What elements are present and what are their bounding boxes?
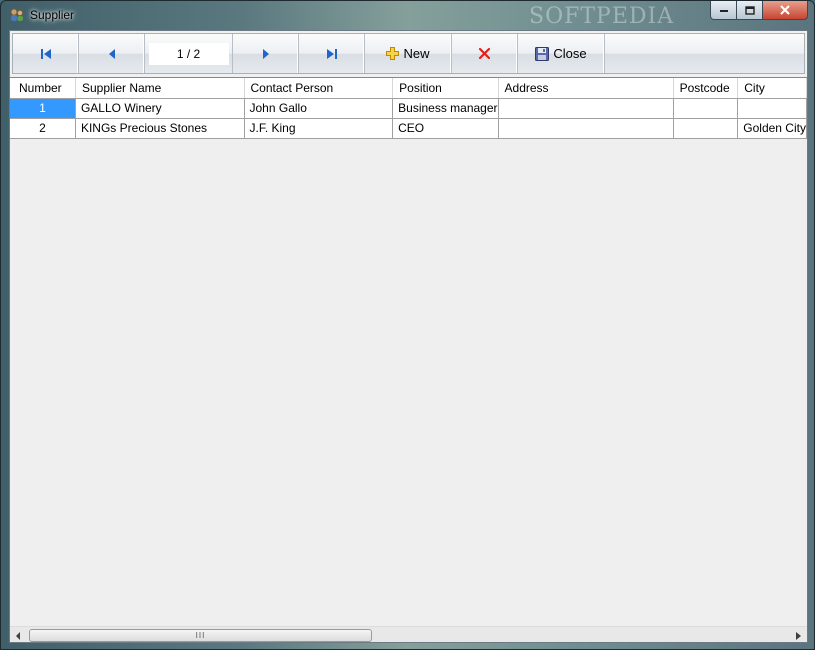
- table-cell[interactable]: GALLO Winery: [75, 98, 245, 119]
- new-button[interactable]: New: [365, 34, 452, 73]
- supplier-window: Supplier SOFTPEDIA 1 / 2 New Close Numbe…: [0, 0, 815, 650]
- previous-icon: [108, 48, 115, 59]
- table-row[interactable]: 1 GALLO Winery John Gallo Business manag…: [10, 98, 807, 119]
- table-cell[interactable]: 1: [10, 98, 76, 119]
- table-row[interactable]: 2 KINGs Precious Stones J.F. King CEO Go…: [10, 118, 807, 139]
- scroll-right-arrow-icon: [796, 631, 801, 640]
- last-record-icon: [326, 48, 337, 59]
- delete-button[interactable]: [452, 34, 518, 73]
- first-record-button[interactable]: [13, 34, 79, 73]
- table-cell[interactable]: [673, 118, 739, 139]
- close-window-button[interactable]: [763, 1, 808, 20]
- table-cell[interactable]: Golden City: [737, 118, 807, 139]
- scrollbar-grip: III: [195, 631, 206, 640]
- watermark-text: SOFTPEDIA: [529, 4, 675, 29]
- table-cell[interactable]: Business manager: [392, 98, 499, 119]
- table-cell[interactable]: [673, 98, 739, 119]
- table-cell[interactable]: [498, 118, 674, 139]
- column-header[interactable]: Contact Person: [244, 78, 394, 99]
- close-button[interactable]: Close: [518, 34, 605, 73]
- table-cell[interactable]: John Gallo: [244, 98, 394, 119]
- header-row: Number Supplier Name Contact Person Posi…: [10, 78, 807, 99]
- plus-icon: [386, 47, 400, 60]
- client-area: New Close: [9, 30, 808, 643]
- title-bar[interactable]: Supplier SOFTPEDIA: [1, 1, 814, 29]
- table-cell[interactable]: [498, 98, 674, 119]
- close-button-label: Close: [553, 46, 587, 61]
- table-cell[interactable]: KINGs Precious Stones: [75, 118, 245, 139]
- column-header[interactable]: Supplier Name: [75, 78, 245, 99]
- close-icon: [780, 5, 790, 15]
- maximize-button[interactable]: [737, 1, 763, 20]
- next-record-button[interactable]: [233, 34, 299, 73]
- column-header[interactable]: Address: [498, 78, 674, 99]
- horizontal-scrollbar[interactable]: III: [10, 626, 807, 642]
- table-cell[interactable]: CEO: [392, 118, 499, 139]
- next-icon: [262, 48, 269, 59]
- supplier-app-icon: [9, 7, 25, 23]
- supplier-table: Number Supplier Name Contact Person Posi…: [10, 78, 807, 139]
- scroll-right-button[interactable]: [790, 627, 807, 642]
- maximize-icon: [744, 5, 755, 15]
- column-header[interactable]: Position: [392, 78, 499, 99]
- column-header[interactable]: Number: [10, 78, 76, 99]
- table-cell[interactable]: [737, 98, 807, 119]
- navigation-toolbar: New Close: [12, 33, 805, 74]
- scrollbar-thumb[interactable]: III: [29, 629, 372, 642]
- first-record-icon: [40, 48, 51, 59]
- supplier-grid: Number Supplier Name Contact Person Posi…: [10, 77, 807, 642]
- new-button-label: New: [403, 46, 430, 61]
- minimize-button[interactable]: [710, 1, 737, 20]
- delete-x-icon: [478, 47, 491, 60]
- column-header[interactable]: Postcode: [673, 78, 739, 99]
- table-cell[interactable]: J.F. King: [244, 118, 394, 139]
- scroll-left-button[interactable]: [10, 627, 27, 642]
- minimize-icon: [719, 10, 728, 12]
- column-header[interactable]: City: [737, 78, 807, 99]
- last-record-button[interactable]: [299, 34, 365, 73]
- window-title: Supplier: [30, 8, 75, 22]
- scroll-left-arrow-icon: [16, 631, 20, 640]
- table-cell[interactable]: 2: [10, 118, 76, 139]
- page-indicator-field[interactable]: [148, 42, 229, 65]
- page-indicator-container: [145, 34, 233, 73]
- save-disk-icon: [535, 46, 550, 61]
- previous-record-button[interactable]: [79, 34, 145, 73]
